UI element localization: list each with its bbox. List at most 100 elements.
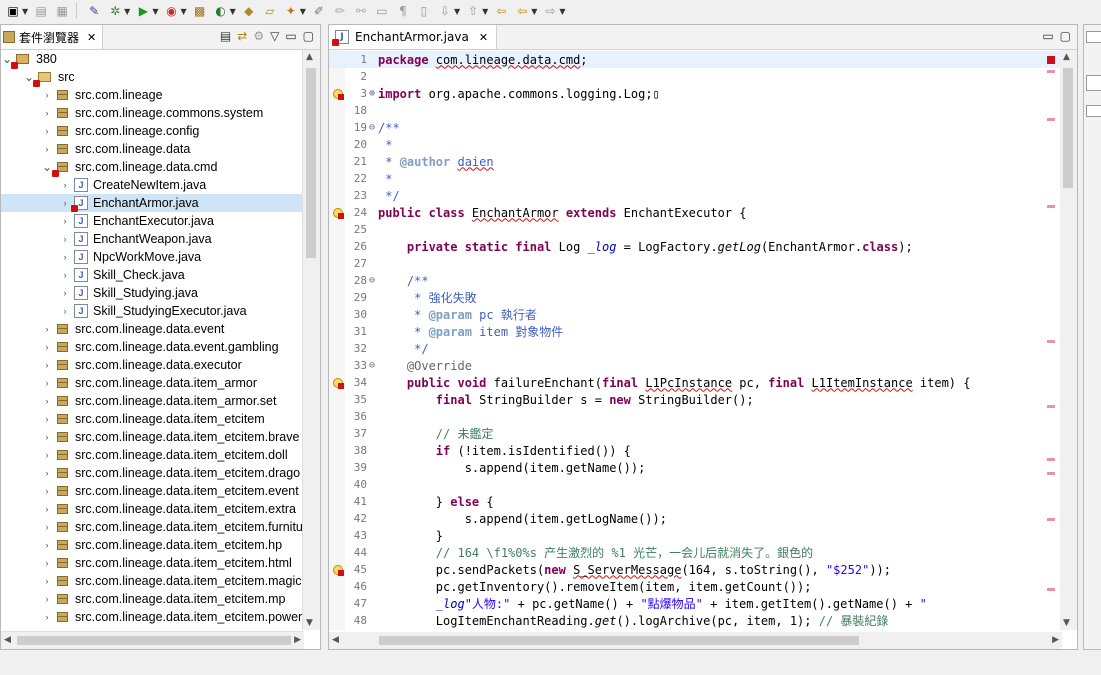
close-icon[interactable]: ✕: [479, 31, 488, 44]
tree-item[interactable]: › J NpcWorkMove.java: [1, 248, 304, 266]
expand-arrow-icon[interactable]: ›: [59, 234, 71, 244]
collapse-fold-icon[interactable]: ⊖: [367, 360, 377, 371]
expand-arrow-icon[interactable]: ›: [41, 360, 53, 370]
expand-arrow-icon[interactable]: ›: [41, 108, 53, 118]
save-all-icon[interactable]: ▦: [54, 3, 70, 19]
tree-item[interactable]: ⌄ src.com.lineage.data.cmd: [1, 158, 304, 177]
scrollbar-thumb[interactable]: [306, 68, 316, 258]
editor-horizontal-scrollbar[interactable]: ◀ ▶: [329, 632, 1062, 649]
run-external-dropdown-icon[interactable]: ▼: [180, 7, 186, 16]
expand-arrow-icon[interactable]: ›: [41, 432, 53, 442]
close-icon[interactable]: ✕: [87, 31, 96, 44]
code-line[interactable]: 19 ⊖/**: [329, 119, 1062, 136]
forward-dropdown-icon[interactable]: ▼: [559, 7, 565, 16]
new-class-icon[interactable]: ◐: [213, 3, 229, 19]
tree-item[interactable]: › src.com.lineage: [1, 86, 304, 104]
scroll-right-icon[interactable]: ▶: [1052, 635, 1059, 645]
code-line[interactable]: 37 // 未鑑定: [329, 425, 1062, 442]
code-line[interactable]: 35 final StringBuilder s = new StringBui…: [329, 391, 1062, 408]
code-line[interactable]: 34 public void failureEnchant(final L1Pc…: [329, 374, 1062, 391]
collapse-fold-icon[interactable]: ⊖: [367, 275, 377, 286]
tree-horizontal-scrollbar[interactable]: ◀ ▶: [1, 631, 304, 649]
code-line[interactable]: 33 ⊖ @Override: [329, 357, 1062, 374]
code-line[interactable]: 29 * 強化失敗: [329, 289, 1062, 306]
collapse-all-icon[interactable]: ▤: [220, 29, 231, 43]
maximize-icon[interactable]: ▢: [303, 29, 314, 43]
expand-arrow-icon[interactable]: ›: [41, 522, 53, 532]
tree-item[interactable]: › src.com.lineage.data.item_etcitem.magic: [1, 572, 304, 590]
debug-dropdown-icon[interactable]: ▼: [124, 7, 130, 16]
error-marker-icon[interactable]: [332, 88, 344, 100]
tree-item[interactable]: › src.com.lineage.data.item_etcitem.hp: [1, 536, 304, 554]
code-editor[interactable]: 1 package com.lineage.data.cmd; 2 3 ⊕ import…: [329, 50, 1062, 630]
expand-arrow-icon[interactable]: ›: [59, 288, 71, 298]
tree-item[interactable]: › src.com.lineage.data.item_etcitem.drago: [1, 464, 304, 482]
code-line[interactable]: 25: [329, 221, 1062, 238]
next-annotation-icon[interactable]: ⇩: [437, 3, 453, 19]
scroll-right-icon[interactable]: ▶: [294, 635, 301, 645]
run-dropdown-icon[interactable]: ▼: [152, 7, 158, 16]
code-line[interactable]: 39 s.append(item.getName());: [329, 459, 1062, 476]
tree-item[interactable]: › J EnchantWeapon.java: [1, 230, 304, 248]
annotation-icon[interactable]: ✐: [311, 3, 327, 19]
expand-arrow-icon[interactable]: ›: [41, 504, 53, 514]
pen-icon[interactable]: ✏: [332, 3, 348, 19]
view-menu-icon[interactable]: ▽: [270, 29, 279, 43]
new-dropdown-icon[interactable]: ▼: [22, 7, 28, 16]
code-line[interactable]: 47 _log"人物:" + pc.getName() + "點爆物品" + i…: [329, 595, 1062, 612]
link-with-editor-icon[interactable]: ⇄: [237, 29, 247, 43]
code-line[interactable]: 27: [329, 255, 1062, 272]
code-line[interactable]: 21 * @author daien: [329, 153, 1062, 170]
new-package-icon[interactable]: ▩: [192, 3, 208, 19]
debug-icon[interactable]: ✲: [107, 3, 123, 19]
expand-arrow-icon[interactable]: ›: [41, 540, 53, 550]
scrollbar-thumb[interactable]: [17, 636, 291, 645]
code-line[interactable]: 41 } else {: [329, 493, 1062, 510]
code-line[interactable]: 26 private static final Log _log = LogFa…: [329, 238, 1062, 255]
expand-arrow-icon[interactable]: ›: [41, 594, 53, 604]
code-line[interactable]: 43 }: [329, 527, 1062, 544]
outline-icon[interactable]: [1086, 75, 1101, 91]
minimize-icon[interactable]: ▭: [285, 29, 296, 43]
tree-item[interactable]: ⌄ 380: [1, 50, 304, 69]
code-line[interactable]: 30 * @param pc 執行者: [329, 306, 1062, 323]
code-line[interactable]: 2: [329, 68, 1062, 85]
tree-item[interactable]: › src.com.lineage.data.item_etcitem.event: [1, 482, 304, 500]
search-dropdown-icon[interactable]: ▼: [300, 7, 306, 16]
expand-arrow-icon[interactable]: ›: [41, 324, 53, 334]
expand-arrow-icon[interactable]: ›: [41, 396, 53, 406]
tree-item[interactable]: › J Skill_StudyingExecutor.java: [1, 302, 304, 320]
expand-arrow-icon[interactable]: ›: [41, 576, 53, 586]
expand-arrow-icon[interactable]: ›: [41, 414, 53, 424]
editor-vertical-scrollbar[interactable]: ▲ ▼: [1060, 50, 1077, 630]
expand-arrow-icon[interactable]: ›: [59, 306, 71, 316]
expand-arrow-icon[interactable]: ›: [59, 216, 71, 226]
open-type-icon[interactable]: ◆: [241, 3, 257, 19]
scroll-down-icon[interactable]: ▼: [1063, 618, 1070, 628]
tree-item[interactable]: › src.com.lineage.data.item_armor: [1, 374, 304, 392]
restore-view-icon[interactable]: [1086, 31, 1101, 43]
run-icon[interactable]: ▶: [135, 3, 151, 19]
maximize-icon[interactable]: ▢: [1060, 29, 1071, 43]
error-marker-icon[interactable]: [332, 377, 344, 389]
scroll-up-icon[interactable]: ▲: [306, 52, 313, 62]
tree-item[interactable]: ⌄ src: [1, 68, 304, 87]
tree-item[interactable]: › J CreateNewItem.java: [1, 176, 304, 194]
code-line[interactable]: 1 package com.lineage.data.cmd;: [329, 51, 1062, 68]
scroll-up-icon[interactable]: ▲: [1063, 52, 1070, 62]
run-external-icon[interactable]: ◉: [163, 3, 179, 19]
expand-arrow-icon[interactable]: ›: [41, 378, 53, 388]
expand-arrow-icon[interactable]: ›: [41, 558, 53, 568]
expand-arrow-icon[interactable]: ›: [41, 90, 53, 100]
last-edit-icon[interactable]: ⇦: [493, 3, 509, 19]
expand-arrow-icon[interactable]: ›: [59, 252, 71, 262]
tree-item[interactable]: › J EnchantArmor.java: [1, 194, 304, 212]
tree-item[interactable]: › src.com.lineage.data.item_etcitem.html: [1, 554, 304, 572]
error-indicator[interactable]: [1047, 56, 1055, 64]
scrollbar-thumb[interactable]: [1063, 68, 1073, 188]
link-icon[interactable]: ⚯: [353, 3, 369, 19]
code-line[interactable]: 36: [329, 408, 1062, 425]
code-line[interactable]: 3 ⊕ import org.apache.commons.logging.Log;…: [329, 85, 1062, 102]
search-icon[interactable]: ✦: [283, 3, 299, 19]
new-class-dropdown-icon[interactable]: ▼: [230, 7, 236, 16]
